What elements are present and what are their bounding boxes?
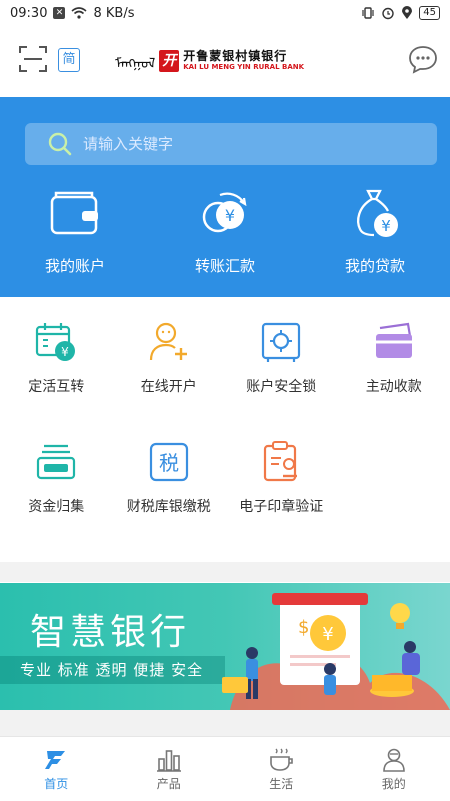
calendar-yen-icon: ¥ xyxy=(34,320,78,364)
profile-icon xyxy=(381,747,407,773)
hero-panel: 我的账户 ¥ 转账汇款 ¥ 我的贷款 xyxy=(0,97,450,297)
banner-subtitle: 专业 标准 透明 便捷 安全 xyxy=(0,656,225,684)
svg-text:¥: ¥ xyxy=(225,206,235,225)
promo-banner[interactable]: 智慧银行 专业 标准 透明 便捷 安全 $ ¥ xyxy=(0,583,450,710)
grid-item-label: 在线开户 xyxy=(113,376,226,396)
transfer-icon: ¥ xyxy=(198,187,252,241)
logo-chinese-name: 开鲁蒙银村镇银行 xyxy=(183,50,304,63)
status-time: 09:30 xyxy=(10,6,47,21)
products-icon xyxy=(156,747,182,773)
message-icon[interactable] xyxy=(408,44,438,74)
loan-icon: ¥ xyxy=(348,187,402,241)
hero-item-label: 我的贷款 xyxy=(300,255,450,276)
cards-icon xyxy=(372,320,416,364)
logo-mark: 开 xyxy=(159,50,179,72)
location-icon xyxy=(401,6,413,20)
banner-illustration: $ ¥ xyxy=(210,583,450,710)
hero-item-label: 转账汇款 xyxy=(150,255,300,276)
scan-icon[interactable] xyxy=(18,44,48,74)
tab-label: 产品 xyxy=(113,775,226,792)
notification-icon: ✕ xyxy=(53,7,65,19)
svg-text:$: $ xyxy=(298,617,309,638)
top-bar: 简 ᠮᠠᠩᠭᠣᠯ 开 开鲁蒙银村镇银行 KAI LU MENG YIN RURA… xyxy=(0,26,450,96)
bank-logo: ᠮᠠᠩᠭᠣᠯ 开 开鲁蒙银村镇银行 KAI LU MENG YIN RURAL … xyxy=(115,48,304,74)
vibrate-icon xyxy=(361,6,375,20)
grid-item-fixed-current-transfer[interactable]: ¥ 定活互转 xyxy=(0,320,113,440)
grid-item-fund-collection[interactable]: 资金归集 xyxy=(0,440,113,560)
wifi-icon xyxy=(71,7,87,19)
net-speed: 8 KB/s xyxy=(93,6,134,21)
alarm-icon xyxy=(381,6,395,20)
grid-item-empty xyxy=(338,440,450,560)
svg-text:¥: ¥ xyxy=(61,345,69,359)
tab-label: 生活 xyxy=(225,775,338,792)
banner-title: 智慧银行 xyxy=(30,603,190,655)
search-input[interactable] xyxy=(81,134,385,154)
hero-item-label: 我的账户 xyxy=(0,255,150,276)
hero-item-my-loan[interactable]: ¥ 我的贷款 xyxy=(300,187,450,276)
search-icon xyxy=(47,131,73,157)
tax-icon: 税 xyxy=(147,440,191,484)
hero-item-transfer[interactable]: ¥ 转账汇款 xyxy=(150,187,300,276)
logo-mongolian-text: ᠮᠠᠩᠭᠣᠯ xyxy=(115,49,155,73)
grid-item-online-account-opening[interactable]: 在线开户 xyxy=(113,320,226,440)
home-logo-icon xyxy=(43,747,69,773)
hero-item-my-account[interactable]: 我的账户 xyxy=(0,187,150,276)
bottom-spacer xyxy=(0,710,450,736)
grid-item-label: 主动收款 xyxy=(338,376,450,396)
search-bar[interactable] xyxy=(25,123,437,165)
grid-item-label: 电子印章验证 xyxy=(225,496,338,516)
seal-icon xyxy=(259,440,303,484)
section-divider xyxy=(0,562,450,582)
tab-label: 我的 xyxy=(338,775,450,792)
status-bar: 09:30 ✕ 8 KB/s 45 xyxy=(0,0,450,26)
grid-item-tax-payment[interactable]: 税 财税库银缴税 xyxy=(113,440,226,560)
grid-item-label: 账户安全锁 xyxy=(225,376,338,396)
svg-text:¥: ¥ xyxy=(322,624,333,645)
grid-item-active-collection[interactable]: 主动收款 xyxy=(338,320,450,440)
bottom-tab-bar: 首页 产品 生活 我的 xyxy=(0,736,450,801)
grid-item-label: 财税库银缴税 xyxy=(113,496,226,516)
svg-text:¥: ¥ xyxy=(381,217,391,235)
grid-item-e-seal-verification[interactable]: 电子印章验证 xyxy=(225,440,338,560)
tab-label: 首页 xyxy=(0,775,113,792)
tray-icon xyxy=(34,440,78,484)
grid-item-account-security-lock[interactable]: 账户安全锁 xyxy=(225,320,338,440)
function-grid: ¥ 定活互转 在线开户 账户安全锁 xyxy=(0,320,450,560)
tab-life[interactable]: 生活 xyxy=(225,737,338,801)
logo-english-name: KAI LU MENG YIN RURAL BANK xyxy=(183,63,304,72)
add-user-icon xyxy=(147,320,191,364)
simplified-toggle-button[interactable]: 简 xyxy=(58,48,80,72)
safe-icon xyxy=(259,320,303,364)
life-cup-icon xyxy=(268,747,294,773)
tab-mine[interactable]: 我的 xyxy=(338,737,450,801)
grid-item-label: 资金归集 xyxy=(0,496,113,516)
svg-text:税: 税 xyxy=(159,451,179,475)
tab-products[interactable]: 产品 xyxy=(113,737,226,801)
tab-home[interactable]: 首页 xyxy=(0,737,113,801)
battery-icon: 45 xyxy=(419,6,440,20)
grid-item-label: 定活互转 xyxy=(0,376,113,396)
wallet-icon xyxy=(48,187,102,241)
